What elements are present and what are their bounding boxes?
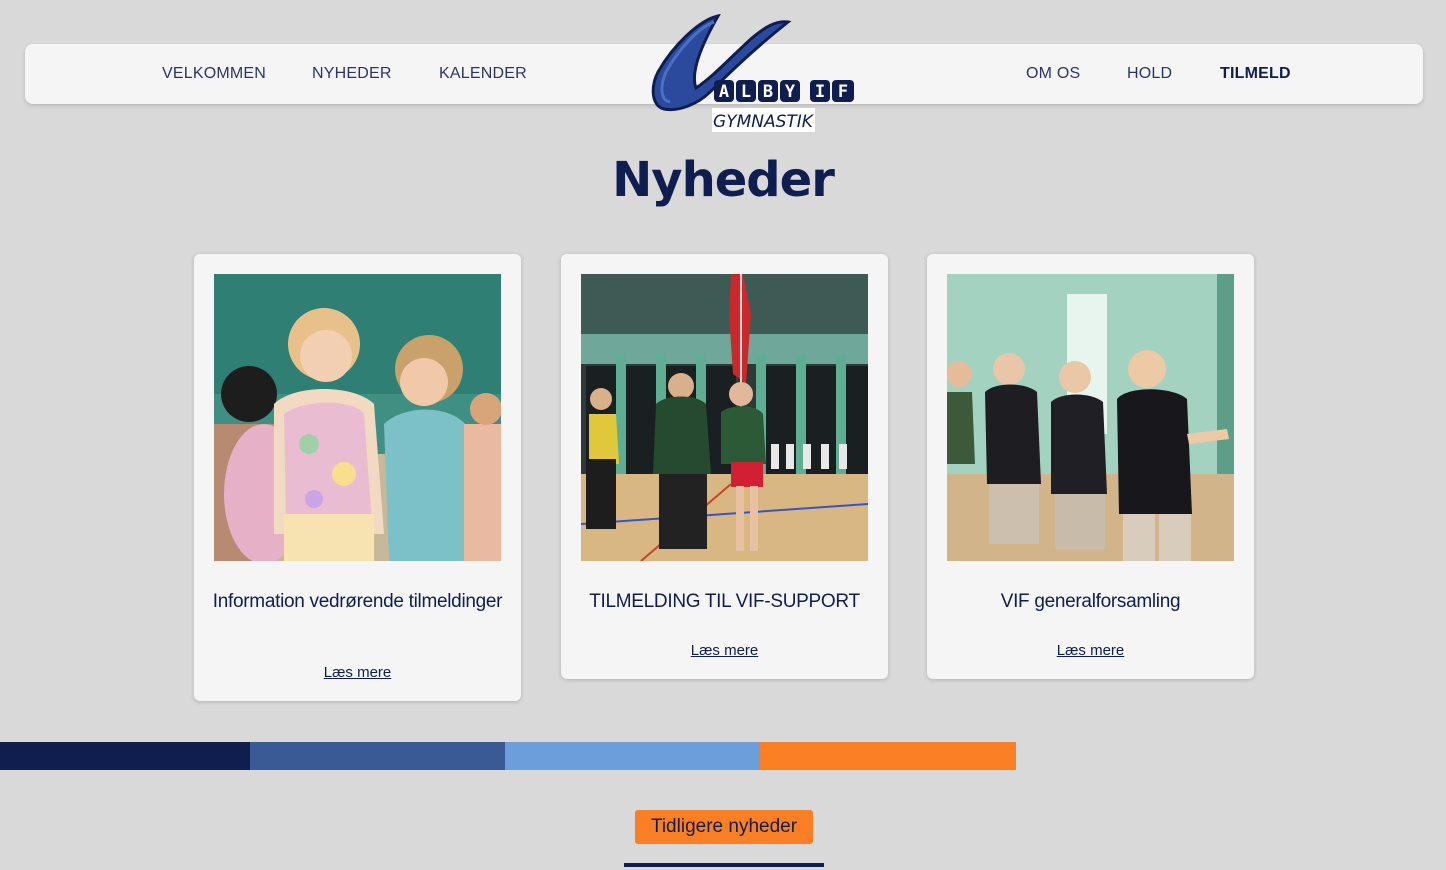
news-title: TILMELDING TIL VIF-SUPPORT <box>589 591 860 612</box>
read-more-link[interactable]: Læs mere <box>194 664 521 681</box>
logo-letter-i: I <box>815 82 825 102</box>
read-more-link[interactable]: Læs mere <box>561 642 888 659</box>
nav-link-kalender[interactable]: KALENDER <box>439 44 527 104</box>
boys-marching-photo[interactable] <box>947 274 1234 561</box>
nav-link-nyheder[interactable]: NYHEDER <box>312 44 392 104</box>
color-stripe-blue <box>250 742 505 770</box>
color-stripe-light-blue <box>505 742 760 770</box>
divider-line <box>624 863 824 867</box>
color-stripe-navy <box>0 742 250 770</box>
news-title: Information vedrørende tilmeldinger <box>212 591 503 612</box>
nav-link-velkommen[interactable]: VELKOMMEN <box>162 44 266 104</box>
flag-bearers-photo[interactable] <box>581 274 868 561</box>
read-more-link[interactable]: Læs mere <box>927 642 1254 659</box>
page-title: Nyheder <box>612 152 835 208</box>
nav-link-hold[interactable]: HOLD <box>1127 44 1172 104</box>
logo-letter-b: B <box>763 82 773 102</box>
news-card[interactable]: VIF generalforsamling Læs mere <box>927 254 1254 679</box>
nav-link-om-os[interactable]: OM OS <box>1026 44 1080 104</box>
valby-if-logo[interactable]: A L B Y I F GYMNASTIK <box>648 14 860 136</box>
color-stripe-orange <box>760 742 1016 770</box>
logo-letter-y: Y <box>785 82 796 102</box>
news-card[interactable]: Information vedrørende tilmeldinger Læs … <box>194 254 521 701</box>
nav-link-tilmeld[interactable]: TILMELD <box>1220 44 1291 104</box>
older-news-button[interactable]: Tidligere nyheder <box>635 810 813 844</box>
logo-letter-l: L <box>741 82 751 102</box>
logo-letter-a: A <box>719 82 729 102</box>
children-dancing-photo[interactable] <box>214 274 501 561</box>
logo-letter-f: F <box>838 82 848 102</box>
logo-subtitle: GYMNASTIK <box>713 112 815 132</box>
news-title: VIF generalforsamling <box>1000 591 1181 612</box>
news-card[interactable]: TILMELDING TIL VIF-SUPPORT Læs mere <box>561 254 888 679</box>
